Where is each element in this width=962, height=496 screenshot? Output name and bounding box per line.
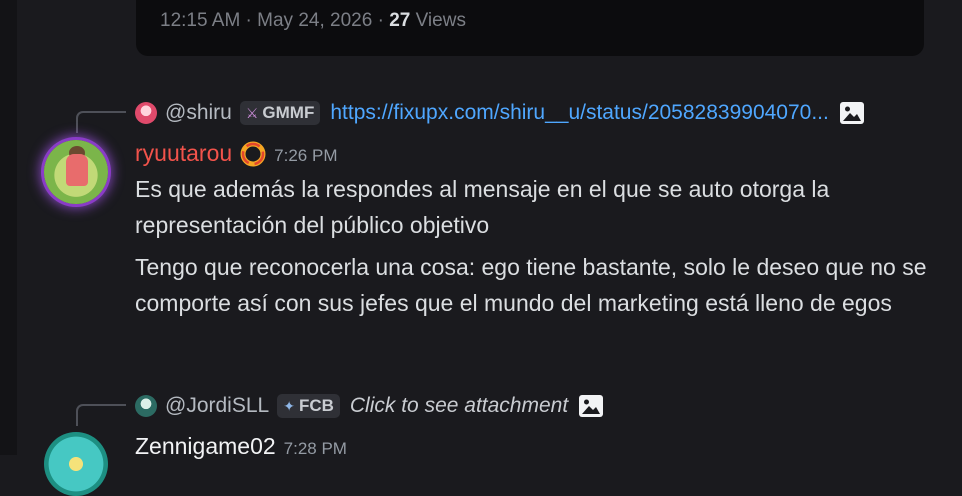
avatar[interactable] — [44, 432, 108, 496]
image-icon — [839, 102, 864, 124]
ring-role-icon — [240, 141, 266, 166]
timestamp[interactable]: 7:28 PM — [284, 439, 347, 459]
message-paragraph: Tengo que reconocerla una cosa: ego tien… — [135, 254, 927, 316]
author-name[interactable]: Zennigame02 — [135, 433, 276, 460]
avatar-figure — [66, 154, 88, 186]
embed-footer-time: 12:15 AM · May 24, 2026 · — [160, 10, 390, 31]
image-icon — [579, 395, 604, 417]
reply-connector — [76, 111, 126, 133]
message-paragraph: Es que además la respondes al mensaje en… — [135, 176, 830, 238]
message-header: Zennigame02 7:28 PM — [135, 433, 347, 460]
reply-username[interactable]: @shiru — [165, 101, 232, 125]
embed-footer: 12:15 AM · May 24, 2026 · 27 Views — [160, 10, 466, 32]
diamond-icon: ✦ — [283, 397, 295, 414]
guild-tag: ⚔ GMMF — [239, 101, 321, 125]
timestamp[interactable]: 7:26 PM — [274, 146, 337, 166]
sword-icon: ⚔ — [245, 104, 259, 121]
guild-tag-label: GMMF — [262, 103, 315, 122]
embed-views-label: Views — [410, 10, 466, 31]
guild-tag: ✦ FCB — [277, 394, 340, 418]
embed-views-count: 27 — [389, 10, 411, 31]
reply-avatar — [135, 102, 157, 124]
reply-connector — [76, 404, 126, 426]
reply-preview[interactable]: @shiru ⚔ GMMF https://fixupx.com/shiru__… — [135, 100, 865, 126]
reply-username[interactable]: @JordiSLL — [165, 394, 269, 418]
author-name[interactable]: ryuutarou — [135, 140, 232, 167]
guild-tag-label: FCB — [298, 396, 334, 415]
reply-avatar — [135, 395, 157, 417]
reply-preview[interactable]: @JordiSLL ✦ FCB Click to see attachment — [135, 393, 604, 419]
avatar[interactable] — [44, 140, 108, 204]
left-rail — [0, 0, 17, 455]
reply-content-link[interactable]: https://fixupx.com/shiru__u/status/20582… — [330, 101, 829, 125]
message-header: ryuutarou 7:26 PM — [135, 140, 337, 167]
link-embed[interactable]: 12:15 AM · May 24, 2026 · 27 Views — [136, 0, 924, 56]
reply-attachment-text[interactable]: Click to see attachment — [350, 394, 568, 418]
